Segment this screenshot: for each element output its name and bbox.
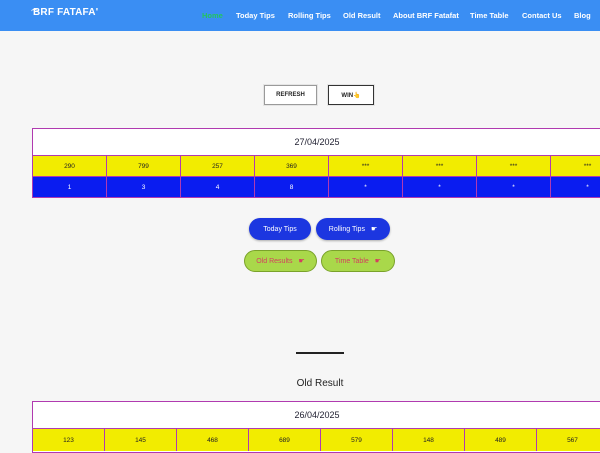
result-cell: 290 <box>33 156 107 176</box>
result-cell: * <box>329 177 403 197</box>
result-cell: * <box>477 177 551 197</box>
result-cell: 468 <box>177 429 249 451</box>
nav-old-result[interactable]: Old Result <box>343 11 381 20</box>
old-results-label: Old Results <box>256 257 293 265</box>
site-logo[interactable]: BRF FATAFA' <box>33 7 98 18</box>
nav-rolling-tips[interactable]: Rolling Tips <box>288 11 331 20</box>
refresh-button[interactable]: REFRESH <box>264 85 317 105</box>
result-cell: 123 <box>33 429 105 451</box>
result-cell: 799 <box>107 156 181 176</box>
old-result-table: 26/04/2025 123 145 468 689 579 148 489 5… <box>32 401 600 453</box>
result-cell: 579 <box>321 429 393 451</box>
nav-contact-us[interactable]: Contact Us <box>522 11 562 20</box>
result-cell: 1 <box>33 177 107 197</box>
today-tips-label: Today Tips <box>263 225 297 233</box>
result-cell: * <box>551 177 600 197</box>
rolling-tips-button[interactable]: Rolling Tips ☛ <box>316 218 390 240</box>
result-cell: 689 <box>249 429 321 451</box>
result-cell: *** <box>477 156 551 176</box>
win-button[interactable]: WIN👆 <box>328 85 374 105</box>
result-cell: 8 <box>255 177 329 197</box>
old-result-heading: Old Result <box>296 378 344 389</box>
rolling-tips-label: Rolling Tips <box>328 225 365 233</box>
result-cell: 148 <box>393 429 465 451</box>
result-cell: 3 <box>107 177 181 197</box>
result-cell: 145 <box>105 429 177 451</box>
nav-today-tips[interactable]: Today Tips <box>236 11 275 20</box>
result-cell: *** <box>551 156 600 176</box>
section-divider <box>296 352 344 354</box>
old-results-button[interactable]: Old Results ☛ <box>244 250 317 272</box>
current-result-table: 27/04/2025 290 799 257 369 *** *** *** *… <box>32 128 600 198</box>
result-cell: *** <box>329 156 403 176</box>
result-cell: 567 <box>537 429 600 451</box>
nav-time-table[interactable]: Time Table <box>470 11 509 20</box>
result-cell: 369 <box>255 156 329 176</box>
result-cell: 257 <box>181 156 255 176</box>
result-cell: *** <box>403 156 477 176</box>
pointer-hand-icon: ☛ <box>298 258 305 265</box>
result-cell: 4 <box>181 177 255 197</box>
site-header: BRF FATAFA' Home Today Tips Rolling Tips… <box>0 0 600 31</box>
time-table-button[interactable]: Time Table ☛ <box>321 250 395 272</box>
pointer-hand-icon: ☛ <box>374 258 382 265</box>
nav-about[interactable]: About BRF Fatafat <box>393 11 459 20</box>
old-result-date: 26/04/2025 <box>33 402 600 429</box>
result-cell: * <box>403 177 477 197</box>
nav-home[interactable]: Home <box>202 11 223 20</box>
old-result-top-row: 123 145 468 689 579 148 489 567 <box>33 429 600 451</box>
current-result-top-row: 290 799 257 369 *** *** *** *** <box>33 156 600 177</box>
current-result-bottom-row: 1 3 4 8 * * * * <box>33 177 600 197</box>
result-cell: 489 <box>465 429 537 451</box>
current-result-date: 27/04/2025 <box>33 129 600 156</box>
today-tips-button[interactable]: Today Tips <box>249 218 311 240</box>
time-table-label: Time Table <box>334 257 369 265</box>
pointer-hand-icon: ☛ <box>370 226 378 233</box>
nav-blog[interactable]: Blog <box>574 11 591 20</box>
